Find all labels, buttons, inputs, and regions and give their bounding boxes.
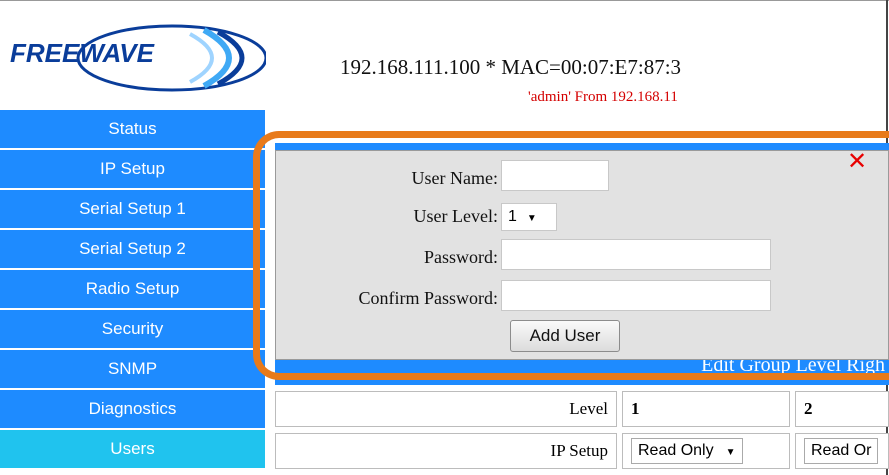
freewave-logo: FREEWAVE [4,22,266,92]
device-info: 192.168.111.100 * MAC=00:07:E7:87:3 [340,55,682,79]
ip-setup-level-2-cell: Read Or [795,433,889,469]
row-label-ip-setup: IP Setup [275,433,617,469]
sidebar-item-diagnostics[interactable]: Diagnostics [0,390,265,428]
sidebar-item-snmp[interactable]: SNMP [0,350,265,388]
chevron-down-icon: ▼ [725,447,736,458]
top-border [0,0,889,1]
sidebar-item-users[interactable]: Users [0,430,265,468]
ip-setup-level-2-select[interactable]: Read Or [804,438,879,464]
sidebar: Status IP Setup Serial Setup 1 Serial Se… [0,110,265,470]
sidebar-item-status[interactable]: Status [0,110,265,148]
table-row: IP Setup Read Only ▼ Read Or [275,433,889,469]
level-1-header: 1 [622,391,790,427]
sidebar-item-ip-setup[interactable]: IP Setup [0,150,265,188]
select-value: Read Only [638,442,714,459]
callout-highlight [253,131,889,380]
login-info: 'admin' From 192.168.11 [528,89,678,105]
level-2-header: 2 [795,391,889,427]
table-row: Level 1 2 [275,391,889,427]
sidebar-item-security[interactable]: Security [0,310,265,348]
select-value: Read Or [811,442,872,459]
logo-text: FREEWAVE [10,38,155,68]
ip-setup-level-1-cell: Read Only ▼ [622,433,790,469]
ip-setup-level-1-select[interactable]: Read Only ▼ [631,438,743,464]
sidebar-item-serial-setup-1[interactable]: Serial Setup 1 [0,190,265,228]
row-label-level: Level [275,391,617,427]
sidebar-item-serial-setup-2[interactable]: Serial Setup 2 [0,230,265,268]
sidebar-item-radio-setup[interactable]: Radio Setup [0,270,265,308]
